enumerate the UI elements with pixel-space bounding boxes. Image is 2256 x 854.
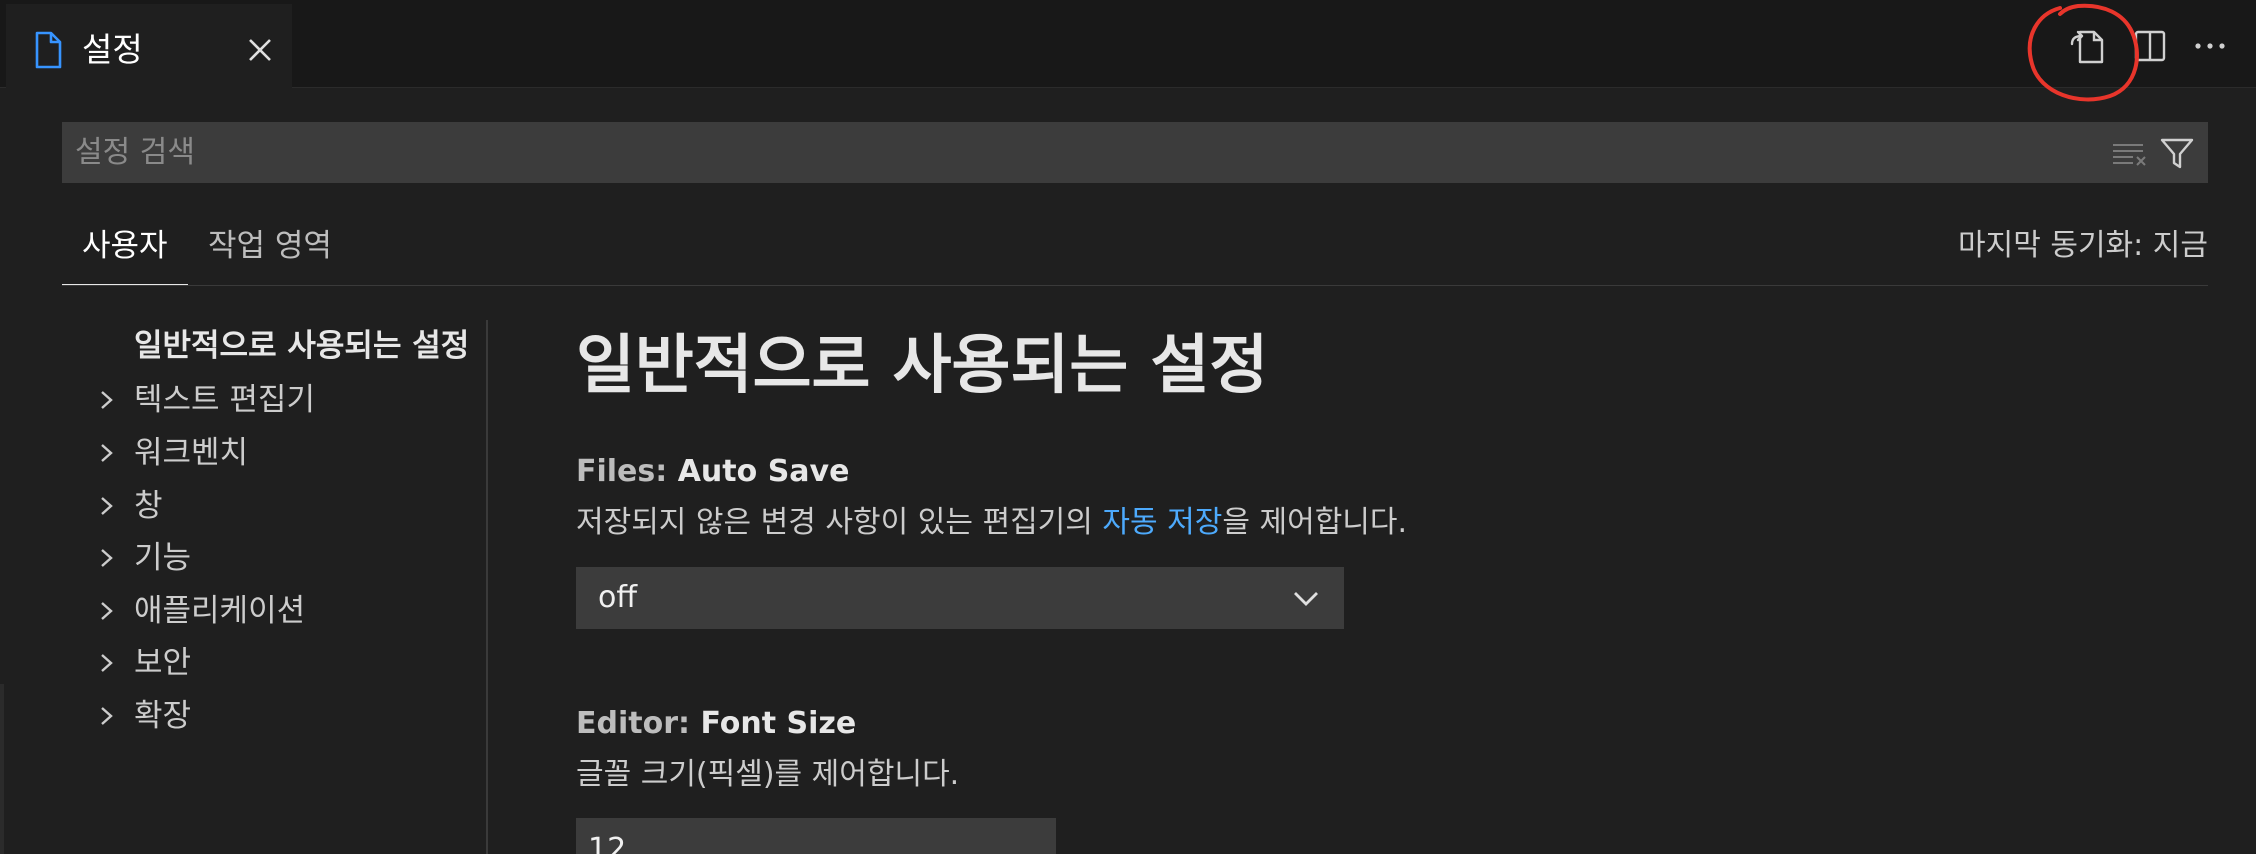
toc-commonly-used[interactable]: 일반적으로 사용되는 설정 xyxy=(134,320,469,372)
tab-workspace-label: 작업 영역 xyxy=(208,228,332,264)
chevron-right-icon xyxy=(101,654,113,672)
toc-item-features[interactable]: 기능 xyxy=(0,532,486,584)
toc-heading-label: 일반적으로 사용되는 설정 xyxy=(134,328,470,364)
file-icon xyxy=(35,31,62,69)
chevron-right-icon xyxy=(101,549,113,567)
toc-item-label: 보안 xyxy=(134,645,192,681)
open-settings-json-icon[interactable] xyxy=(2064,22,2112,70)
chevron-right-icon xyxy=(101,444,113,462)
tab-user[interactable]: 사용자 xyxy=(62,216,188,286)
tab-user-label: 사용자 xyxy=(82,228,168,264)
chevron-right-icon xyxy=(101,602,113,620)
settings-editor: 설정 설정 검색 사용자 작업 영역 마지막 동기화: 지금 일반적으로 사용되… xyxy=(0,0,2256,854)
toc-item-label: 창 xyxy=(134,488,163,524)
toc-item-label: 워크벤치 xyxy=(134,435,249,471)
more-actions-icon[interactable] xyxy=(2186,22,2234,70)
font-size-input[interactable] xyxy=(576,818,1056,854)
chevron-right-icon xyxy=(101,497,113,515)
toc-item-label: 기능 xyxy=(134,540,192,576)
toc-item-label: 텍스트 편집기 xyxy=(134,382,315,418)
tab-workspace[interactable]: 작업 영역 xyxy=(208,216,332,286)
filter-icon[interactable] xyxy=(2159,135,2195,171)
setting-description-font-size: 글꼴 크기(픽셀)를 제어합니다. xyxy=(576,757,960,792)
scope-divider xyxy=(62,285,2208,286)
settings-search xyxy=(62,122,2208,183)
chevron-right-icon xyxy=(101,391,113,409)
toc-item-label: 애플리케이션 xyxy=(134,593,306,629)
desc-text: 을 제어합니다. xyxy=(1222,505,1408,540)
setting-category: Editor: xyxy=(576,706,701,741)
toc-item-workbench[interactable]: 워크벤치 xyxy=(0,427,486,479)
setting-description-auto-save: 저장되지 않은 변경 사항이 있는 편집기의 자동 저장을 제어합니다. xyxy=(576,503,1407,543)
select-value: off xyxy=(598,580,638,615)
section-heading: 일반적으로 사용되는 설정 xyxy=(576,329,1269,403)
toc-item-label: 확장 xyxy=(134,698,192,734)
setting-title-font-size: Editor: Font Size xyxy=(576,704,856,744)
setting-name: Font Size xyxy=(700,706,857,741)
editor-tab-bar: 설정 xyxy=(0,0,2256,102)
chevron-right-icon xyxy=(101,707,113,725)
tab-label: 설정 xyxy=(82,30,143,69)
toc-item-window[interactable]: 창 xyxy=(0,480,486,532)
sync-status: 마지막 동기화: 지금 xyxy=(1958,228,2208,263)
auto-save-select[interactable]: off xyxy=(576,567,1344,629)
search-input[interactable] xyxy=(75,123,2055,182)
split-editor-icon[interactable] xyxy=(2126,22,2174,70)
setting-name: Auto Save xyxy=(677,454,850,489)
toc-item-text-editor[interactable]: 텍스트 편집기 xyxy=(0,374,486,426)
toc-item-extensions[interactable]: 확장 xyxy=(0,690,486,742)
chevron-down-icon xyxy=(1294,592,1318,606)
desc-text: 저장되지 않은 변경 사항이 있는 편집기의 xyxy=(576,505,1103,540)
clear-filter-icon[interactable] xyxy=(2111,137,2149,169)
toc-item-security[interactable]: 보안 xyxy=(0,637,486,689)
toc-item-application[interactable]: 애플리케이션 xyxy=(0,585,486,637)
close-icon[interactable] xyxy=(244,34,276,66)
setting-title-auto-save: Files: Auto Save xyxy=(576,452,849,492)
toc-divider xyxy=(486,320,488,854)
setting-category: Files: xyxy=(576,454,678,489)
window-edge xyxy=(0,684,4,854)
auto-save-link[interactable]: 자동 저장 xyxy=(1102,505,1222,540)
tab-settings[interactable]: 설정 xyxy=(6,4,292,88)
